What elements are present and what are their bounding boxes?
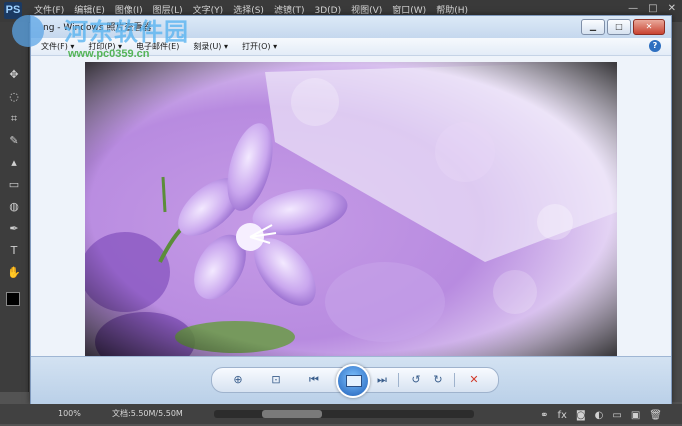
viewer-close-button[interactable]: ✕ xyxy=(633,19,665,35)
adjustment-icon[interactable]: ◐ xyxy=(595,406,604,426)
ps-close-button[interactable]: ✕ xyxy=(668,3,676,14)
folder-icon[interactable]: ▭ xyxy=(612,406,621,426)
flower-photo xyxy=(85,62,617,356)
watermark-url: www.pc0359.cn xyxy=(68,48,150,60)
slideshow-button[interactable] xyxy=(336,364,370,398)
fx-icon[interactable]: fx xyxy=(558,406,567,426)
viewer-minimize-button[interactable]: ▁ xyxy=(581,19,605,35)
viewer-maximize-button[interactable]: □ xyxy=(607,19,631,35)
type-tool-icon[interactable]: T xyxy=(0,240,28,262)
ps-scroll-thumb[interactable] xyxy=(262,410,322,418)
foreground-color-swatch[interactable] xyxy=(6,292,20,306)
next-icon[interactable]: ⏭ xyxy=(374,372,390,388)
delete-icon[interactable]: ✕ xyxy=(466,372,482,388)
viewer-menu-burn[interactable]: 刻录(U) ▾ xyxy=(193,38,228,55)
ps-minimize-button[interactable]: — xyxy=(628,3,638,14)
ps-zoom-level[interactable]: 100% xyxy=(58,404,81,424)
mask-icon[interactable]: ◙ xyxy=(576,406,586,426)
rotate-cw-icon[interactable]: ↻ xyxy=(430,372,446,388)
watermark-title: 河东软件园 xyxy=(64,18,189,46)
eraser-tool-icon[interactable]: ▭ xyxy=(0,174,28,196)
rotate-ccw-icon[interactable]: ↺ xyxy=(408,372,424,388)
ps-window-controls: — □ ✕ xyxy=(628,3,676,14)
move-tool-icon[interactable]: ✥ xyxy=(0,64,28,86)
hand-tool-icon[interactable]: ✋ xyxy=(0,262,28,284)
viewer-canvas xyxy=(31,56,671,356)
ps-panel-icons: ⚭ fx ◙ ◐ ▭ ▣ 🗑 xyxy=(540,406,662,426)
divider xyxy=(454,373,455,387)
pen-tool-icon[interactable]: ✒ xyxy=(0,218,28,240)
actual-size-icon[interactable]: ⊡ xyxy=(268,372,284,388)
ps-doc-size: 文档:5.50M/5.50M xyxy=(112,409,183,418)
new-layer-icon[interactable]: ▣ xyxy=(631,406,640,426)
photoshop-toolbar: ✥ ◌ ⌗ ✎ ▴ ▭ ◍ ✒ T ✋ ⋯ xyxy=(0,22,29,392)
viewer-control-bar: ⊕ ⊡ ⏮ ⏭ ↺ ↻ ✕ xyxy=(31,356,671,404)
trash-icon[interactable]: 🗑 xyxy=(649,406,662,426)
slideshow-icon xyxy=(346,375,362,387)
viewer-menu-open[interactable]: 打开(O) ▾ xyxy=(242,38,277,55)
stamp-tool-icon[interactable]: ▴ xyxy=(0,152,28,174)
watermark-logo-icon xyxy=(12,15,44,47)
photo-viewer-window: ng - Windows 照片查看器 ▁ □ ✕ 文件(F) ▾ 打印(P) ▾… xyxy=(30,15,672,404)
crop-tool-icon[interactable]: ⌗ xyxy=(0,108,28,130)
bucket-tool-icon[interactable]: ◍ xyxy=(0,196,28,218)
link-icon[interactable]: ⚭ xyxy=(540,406,548,426)
flower-photo-graphic xyxy=(85,62,617,356)
ps-maximize-button[interactable]: □ xyxy=(648,3,657,14)
zoom-icon[interactable]: ⊕ xyxy=(230,372,246,388)
photoshop-statusbar: 100% 文档:5.50M/5.50M ⚭ fx ◙ ◐ ▭ ▣ 🗑 xyxy=(0,404,682,424)
divider xyxy=(398,373,399,387)
brush-tool-icon[interactable]: ✎ xyxy=(0,130,28,152)
help-icon[interactable]: ? xyxy=(649,40,661,52)
lasso-tool-icon[interactable]: ◌ xyxy=(0,86,28,108)
ps-horizontal-scrollbar[interactable] xyxy=(214,410,474,418)
viewer-controls: ⊕ ⊡ ⏮ ⏭ ↺ ↻ ✕ xyxy=(211,364,499,398)
previous-icon[interactable]: ⏮ xyxy=(306,372,322,388)
viewer-window-controls: ▁ □ ✕ xyxy=(581,19,665,35)
